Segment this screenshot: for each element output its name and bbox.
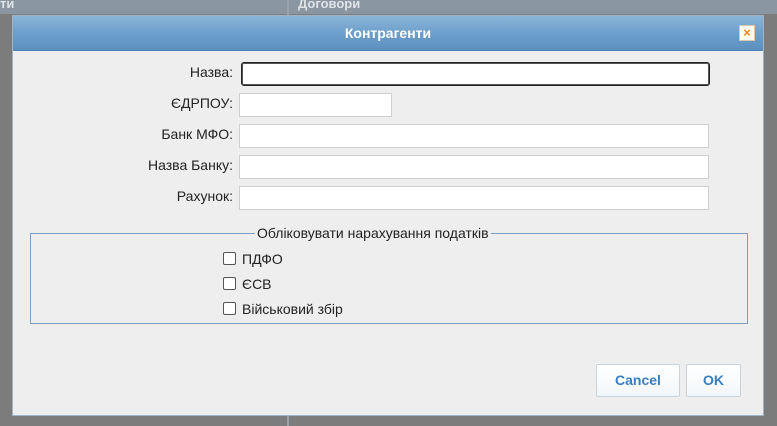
bank-name-input[interactable] xyxy=(239,155,709,179)
bank-name-label: Назва Банку: xyxy=(148,157,233,173)
dialog-title: Контрагенти xyxy=(344,25,432,41)
background-tab-contracts: Договори xyxy=(298,0,361,11)
bank-mfo-label: Банк МФО: xyxy=(161,126,233,142)
background-tab-left: ти xyxy=(0,0,15,11)
military-tax-label: Військовий збір xyxy=(242,301,343,317)
taxes-fieldset: Обліковувати нарахування податків ПДФО Є… xyxy=(30,224,748,324)
edrpou-label: ЄДРПОУ: xyxy=(170,95,233,111)
pdfo-option[interactable]: ПДФО xyxy=(223,250,283,268)
esv-checkbox[interactable] xyxy=(223,277,236,291)
military-tax-option[interactable]: Військовий збір xyxy=(223,300,343,318)
pdfo-checkbox[interactable] xyxy=(223,252,236,266)
name-input[interactable] xyxy=(241,62,710,86)
name-label: Назва: xyxy=(189,64,233,80)
account-input[interactable] xyxy=(239,186,709,210)
pdfo-label: ПДФО xyxy=(242,251,283,267)
taxes-legend: Обліковувати нарахування податків xyxy=(255,224,491,242)
esv-label: ЄСВ xyxy=(242,276,272,292)
cancel-button[interactable]: Cancel xyxy=(596,364,680,397)
military-tax-checkbox[interactable] xyxy=(223,302,236,316)
ok-button[interactable]: OK xyxy=(686,364,741,397)
edrpou-input[interactable] xyxy=(239,93,392,117)
close-icon[interactable]: × xyxy=(739,25,755,41)
counterparties-dialog: Контрагенти × Назва: ЄДРПОУ: Банк МФО: Н… xyxy=(12,15,764,416)
bank-mfo-input[interactable] xyxy=(239,124,709,148)
account-label: Рахунок: xyxy=(176,188,233,204)
esv-option[interactable]: ЄСВ xyxy=(223,275,272,293)
dialog-titlebar[interactable]: Контрагенти × xyxy=(13,16,763,51)
background-app-header: ти Договори xyxy=(0,0,777,14)
